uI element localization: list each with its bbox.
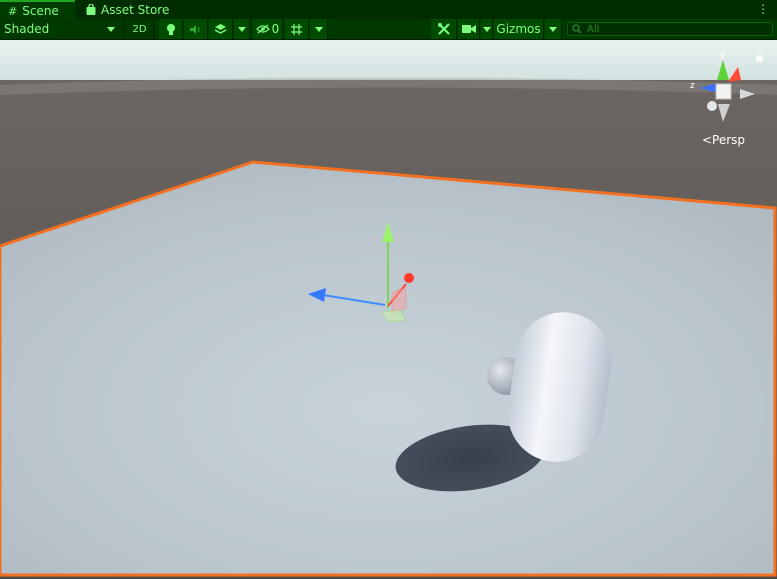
camera-dropdown[interactable] (481, 19, 493, 39)
hidden-count: 0 (271, 22, 280, 36)
gizmos-dropdown[interactable] (545, 19, 562, 39)
light-bulb-icon (166, 23, 175, 35)
scene-toolbar: Shaded 2D 0 Gizmos All (0, 19, 777, 40)
search-placeholder: All (587, 23, 600, 35)
wrench-icon (437, 23, 450, 35)
hidden-objects-toggle[interactable]: 0 (253, 19, 283, 39)
tab-asset-store[interactable]: Asset Store (80, 0, 180, 19)
tab-asset-store-label: Asset Store (101, 2, 170, 17)
chevron-down-icon (237, 26, 246, 32)
toggle-2d-label: 2D (132, 23, 147, 35)
search-icon (572, 24, 582, 34)
chevron-down-icon (314, 26, 323, 32)
scene-viewport[interactable]: y z <Persp (0, 40, 777, 579)
chevron-down-icon (482, 26, 491, 32)
toggle-effects-button[interactable] (209, 19, 233, 39)
toggle-2d-button[interactable]: 2D (126, 19, 154, 39)
svg-text:z: z (690, 81, 695, 91)
camera-button[interactable] (458, 19, 480, 39)
toggle-audio-button[interactable] (184, 19, 208, 39)
shading-mode-label: Shaded (4, 22, 50, 36)
tab-scene-label: Scene (22, 4, 59, 18)
shopping-bag-icon (86, 4, 96, 15)
chevron-down-icon (107, 26, 115, 32)
tab-bar: # Scene Asset Store ⋮ (0, 0, 777, 20)
grid-hash-icon: # (8, 4, 18, 18)
camera-icon (461, 25, 476, 33)
effects-dropdown[interactable] (234, 19, 250, 39)
effects-layers-icon (214, 24, 227, 34)
speaker-icon (190, 24, 200, 34)
shading-mode-dropdown[interactable]: Shaded (0, 19, 124, 39)
search-input[interactable]: All (567, 22, 773, 36)
grid-dropdown[interactable] (310, 19, 328, 39)
scene-render: y z (0, 40, 777, 579)
gizmos-button[interactable]: Gizmos (494, 19, 544, 39)
svg-text:y: y (720, 50, 726, 60)
chevron-down-icon (549, 26, 557, 32)
tools-button[interactable] (431, 19, 457, 39)
toggle-lighting-button[interactable] (159, 19, 183, 39)
tab-scene[interactable]: # Scene (0, 0, 75, 20)
eye-slash-icon (255, 24, 270, 34)
grid-icon (291, 23, 302, 35)
gizmos-label: Gizmos (496, 22, 541, 36)
grid-toggle-button[interactable] (285, 19, 309, 39)
projection-toggle[interactable]: <Persp (702, 133, 745, 147)
more-options-icon[interactable]: ⋮ (757, 2, 769, 16)
